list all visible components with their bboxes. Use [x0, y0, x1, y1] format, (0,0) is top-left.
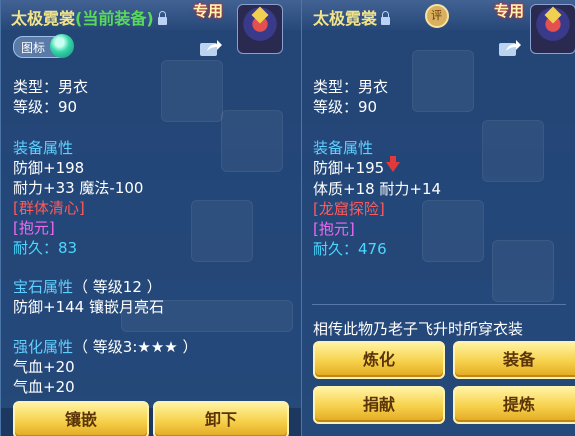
inlay-button[interactable]: 镶嵌 — [13, 401, 149, 436]
background-slot — [161, 60, 223, 122]
type-text: 类型：男衣 — [13, 78, 89, 96]
enhance-attr-row: 强化属性（ 等级3:★★★ ） — [13, 336, 198, 357]
exclusive-label: 专用 — [494, 2, 525, 20]
donate-button[interactable]: 捐献 — [313, 386, 445, 424]
stats-text: 体质+18 耐力+14 — [313, 180, 442, 198]
background-slot — [412, 50, 474, 112]
gem-attr-header: 宝石属性 — [13, 278, 74, 296]
divider — [312, 304, 566, 305]
special-effect: [龙窟探险] — [313, 200, 385, 218]
current-equipment-panel: 太极霓裳(当前装备) 专用 图标 类型：男衣 等级：90 装备属性 防御+198… — [0, 0, 302, 436]
gem-attr-row: 宝石属性（ 等级12 ） — [13, 276, 162, 297]
item-name: 太极霓裳 — [11, 9, 76, 28]
gem-stats: 防御+144 镶嵌月亮石 — [13, 298, 164, 316]
defense-text: 防御+195 — [313, 159, 385, 177]
background-slot — [221, 110, 283, 172]
defense-row: 防御+195 — [313, 155, 401, 178]
background-slot — [422, 200, 484, 262]
equip-attr-header: 装备属性 — [13, 139, 74, 157]
orb-icon — [50, 34, 74, 58]
special-skill: [抱元] — [313, 220, 355, 238]
share-icon[interactable] — [199, 38, 223, 58]
background-slot — [191, 200, 253, 262]
durability-text: 耐久：83 — [13, 239, 78, 257]
refine-button[interactable]: 炼化 — [313, 341, 445, 379]
enhance-attr-header: 强化属性 — [13, 338, 74, 356]
gem-level: （ 等级12 ） — [73, 278, 162, 296]
gem-icon — [251, 6, 269, 24]
lock-icon — [157, 11, 167, 25]
purify-button[interactable]: 提炼 — [453, 386, 575, 424]
equip-attr-header: 装备属性 — [313, 139, 374, 157]
type-text: 类型：男衣 — [313, 78, 389, 96]
level-text: 等级：90 — [13, 98, 78, 116]
level-text: 等级：90 — [313, 98, 378, 116]
defense-text: 防御+198 — [13, 159, 85, 177]
item-icon — [530, 4, 575, 54]
enhance-level: （ 等级3:★★★ ） — [73, 338, 198, 356]
special-effect: [群体清心] — [13, 199, 85, 217]
current-equipped-tag: (当前装备) — [75, 9, 154, 28]
compare-equipment-panel: 太极霓裳 评 专用 类型：男衣 等级：90 装备属性 防御+195 体质+18 … — [301, 0, 575, 436]
durability-text: 耐久：476 — [313, 240, 387, 258]
icon-toggle[interactable]: 图标 — [13, 34, 74, 58]
item-title: 太极霓裳(当前装备) — [11, 5, 167, 29]
share-icon[interactable] — [498, 38, 522, 58]
unequip-button[interactable]: 卸下 — [153, 401, 289, 436]
item-name: 太极霓裳 — [313, 9, 378, 28]
background-slot — [492, 240, 554, 302]
enhance-stat-1: 气血+20 — [13, 358, 75, 376]
item-title: 太极霓裳 — [313, 5, 391, 29]
lock-icon — [381, 11, 391, 25]
icon-toggle-label: 图标 — [21, 41, 46, 55]
item-icon — [237, 4, 283, 54]
equip-button[interactable]: 装备 — [453, 341, 575, 379]
stats-text: 耐力+33 魔法-100 — [13, 179, 144, 197]
background-slot — [482, 120, 544, 182]
exclusive-label: 专用 — [193, 2, 224, 20]
item-description: 相传此物乃老子飞升时所穿衣装 — [313, 320, 524, 338]
gem-icon — [544, 6, 562, 24]
special-skill: [抱元] — [13, 219, 55, 237]
rating-seal-icon: 评 — [425, 4, 449, 28]
enhance-stat-2: 气血+20 — [13, 378, 75, 396]
decrease-arrow-icon — [386, 155, 401, 172]
rating-seal-text: 评 — [431, 9, 442, 22]
